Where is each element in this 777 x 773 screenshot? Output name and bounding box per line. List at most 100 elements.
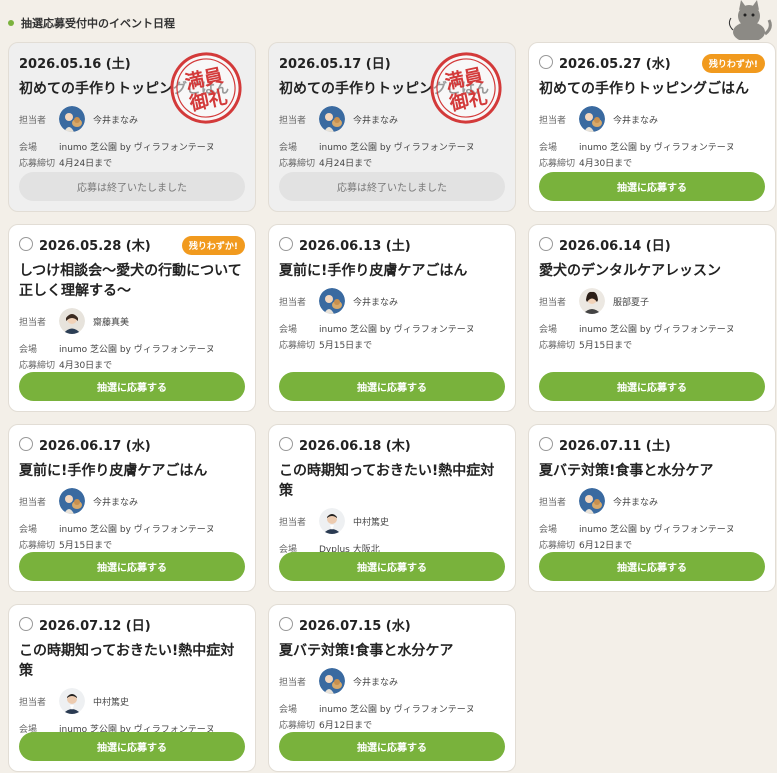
event-card[interactable]: 2026.07.12 (日) この時期知っておきたい!熱中症対策 担当者 中村篤… — [8, 604, 256, 772]
deadline-value: 4月24日まで — [59, 158, 113, 169]
event-date: 2026.06.13 (土) — [299, 238, 411, 254]
event-date: 2026.05.28 (木) — [39, 238, 151, 254]
person-name: 今井まなみ — [353, 115, 399, 126]
avatar-man — [319, 508, 345, 534]
person-name: 今井まなみ — [353, 297, 399, 308]
venue-value: inumo 芝公園 by ヴィラフォンテーヌ — [579, 142, 735, 153]
section-title: 抽選応募受付中のイベント日程 — [21, 17, 175, 30]
event-card[interactable]: 2026.05.28 (木) 残りわずか! しつけ相談会〜愛犬の行動について正し… — [8, 224, 256, 412]
apply-lottery-button[interactable]: 抽選に応募する — [19, 552, 245, 581]
avatar-man — [59, 688, 85, 714]
select-radio[interactable] — [279, 237, 293, 251]
deadline-row: 応募締切 4月30日まで — [539, 155, 765, 169]
event-date-line: 2026.06.13 (土) — [279, 235, 505, 254]
event-card[interactable]: 2026.06.17 (水) 夏前に!手作り皮膚ケアごはん 担当者 今井まなみ … — [8, 424, 256, 592]
deadline-row: 応募締切 6月12日まで — [279, 717, 505, 731]
event-title: 夏バテ対策!食事と水分ケア — [279, 643, 454, 659]
event-grid: 2026.05.16 (土) 初めての手作りトッピングごはん 担当者 今井まなみ… — [8, 42, 776, 772]
person-row: 担当者 中村篤史 — [19, 687, 245, 715]
select-radio[interactable] — [539, 237, 553, 251]
event-card[interactable]: 2026.06.13 (土) 夏前に!手作り皮膚ケアごはん 担当者 今井まなみ … — [268, 224, 516, 412]
person-name: 齋藤真美 — [93, 317, 130, 328]
select-radio[interactable] — [19, 617, 33, 631]
event-card[interactable]: 2026.07.11 (土) 夏バテ対策!食事と水分ケア 担当者 今井まなみ 会… — [528, 424, 776, 592]
event-date-line: 2026.06.18 (木) — [279, 435, 505, 454]
avatar-woman — [59, 308, 85, 334]
bullet-dot-icon — [8, 20, 14, 26]
person-name: 今井まなみ — [93, 115, 139, 126]
deadline-value: 4月30日まで — [59, 360, 113, 371]
event-title: この時期知っておきたい!熱中症対策 — [19, 643, 235, 679]
person-row: 担当者 中村篤史 — [279, 507, 505, 535]
venue-label: 会場 — [279, 704, 298, 715]
venue-row: 会場 inumo 芝公園 by ヴィラフォンテーヌ — [19, 139, 245, 153]
avatar-dog — [579, 488, 605, 514]
select-radio[interactable] — [539, 437, 553, 451]
deadline-value: 6月12日まで — [319, 720, 373, 731]
deadline-row: 応募締切 4月24日まで — [19, 155, 245, 169]
venue-value: inumo 芝公園 by ヴィラフォンテーヌ — [59, 142, 215, 153]
person-name: 今井まなみ — [613, 497, 659, 508]
venue-label: 会場 — [539, 142, 558, 153]
event-card[interactable]: 2026.05.27 (水) 残りわずか! 初めての手作りトッピングごはん 担当… — [528, 42, 776, 212]
avatar-dog — [319, 106, 345, 132]
person-label: 担当者 — [279, 677, 307, 688]
event-card[interactable]: 2026.07.15 (水) 夏バテ対策!食事と水分ケア 担当者 今井まなみ 会… — [268, 604, 516, 772]
deadline-value: 5月15日まで — [579, 340, 633, 351]
event-title: 夏バテ対策!食事と水分ケア — [539, 463, 714, 479]
avatar-woman2 — [579, 288, 605, 314]
apply-lottery-button[interactable]: 抽選に応募する — [19, 732, 245, 761]
apply-lottery-button[interactable]: 抽選に応募する — [539, 372, 765, 401]
apply-lottery-button[interactable]: 抽選に応募する — [539, 552, 765, 581]
venue-label: 会場 — [19, 344, 38, 355]
select-radio[interactable] — [539, 55, 553, 69]
person-row: 担当者 今井まなみ — [539, 487, 765, 515]
venue-row: 会場 inumo 芝公園 by ヴィラフォンテーヌ — [279, 321, 505, 335]
person-label: 担当者 — [539, 115, 567, 126]
deadline-label: 応募締切 — [539, 540, 576, 551]
apply-lottery-button[interactable]: 抽選に応募する — [279, 372, 505, 401]
select-radio[interactable] — [19, 437, 33, 451]
venue-row: 会場 inumo 芝公園 by ヴィラフォンテーヌ — [539, 139, 765, 153]
person-label: 担当者 — [19, 317, 47, 328]
event-date-line: 2026.06.14 (日) — [539, 235, 765, 254]
person-name: 今井まなみ — [353, 677, 399, 688]
deadline-label: 応募締切 — [539, 340, 576, 351]
deadline-label: 応募締切 — [279, 158, 316, 169]
event-date: 2026.05.17 (日) — [279, 56, 391, 72]
deadline-label: 応募締切 — [19, 540, 56, 551]
person-name: 今井まなみ — [93, 497, 139, 508]
person-row: 担当者 今井まなみ — [279, 287, 505, 315]
apply-lottery-button[interactable]: 抽選に応募する — [279, 552, 505, 581]
select-radio[interactable] — [279, 437, 293, 451]
venue-row: 会場 inumo 芝公園 by ヴィラフォンテーヌ — [539, 321, 765, 335]
venue-row: 会場 inumo 芝公園 by ヴィラフォンテーヌ — [19, 341, 245, 355]
select-radio[interactable] — [19, 237, 33, 251]
venue-label: 会場 — [539, 324, 558, 335]
person-row: 担当者 服部夏子 — [539, 287, 765, 315]
apply-lottery-button[interactable]: 抽選に応募する — [19, 372, 245, 401]
venue-row: 会場 inumo 芝公園 by ヴィラフォンテーヌ — [279, 139, 505, 153]
event-card[interactable]: 2026.06.18 (木) この時期知っておきたい!熱中症対策 担当者 中村篤… — [268, 424, 516, 592]
event-card[interactable]: 2026.06.14 (日) 愛犬のデンタルケアレッスン 担当者 服部夏子 会場… — [528, 224, 776, 412]
person-row: 担当者 齋藤真美 — [19, 307, 245, 335]
deadline-value: 5月15日まで — [59, 540, 113, 551]
deadline-label: 応募締切 — [19, 158, 56, 169]
deadline-label: 応募締切 — [279, 720, 316, 731]
avatar-dog — [579, 106, 605, 132]
deadline-label: 応募締切 — [279, 340, 316, 351]
cat-illustration-icon — [728, 0, 772, 40]
full-house-stamp-icon: 満員 御礼 — [170, 52, 242, 124]
apply-lottery-button[interactable]: 抽選に応募する — [539, 172, 765, 201]
avatar-dog — [59, 488, 85, 514]
person-label: 担当者 — [279, 115, 307, 126]
avatar-dog — [319, 668, 345, 694]
person-label: 担当者 — [19, 497, 47, 508]
deadline-label: 応募締切 — [19, 360, 56, 371]
apply-lottery-button[interactable]: 抽選に応募する — [279, 732, 505, 761]
deadline-value: 5月15日まで — [319, 340, 373, 351]
venue-value: inumo 芝公園 by ヴィラフォンテーヌ — [579, 324, 735, 335]
select-radio[interactable] — [279, 617, 293, 631]
few-left-badge: 残りわずか! — [701, 54, 765, 73]
event-title: 愛犬のデンタルケアレッスン — [539, 263, 721, 279]
